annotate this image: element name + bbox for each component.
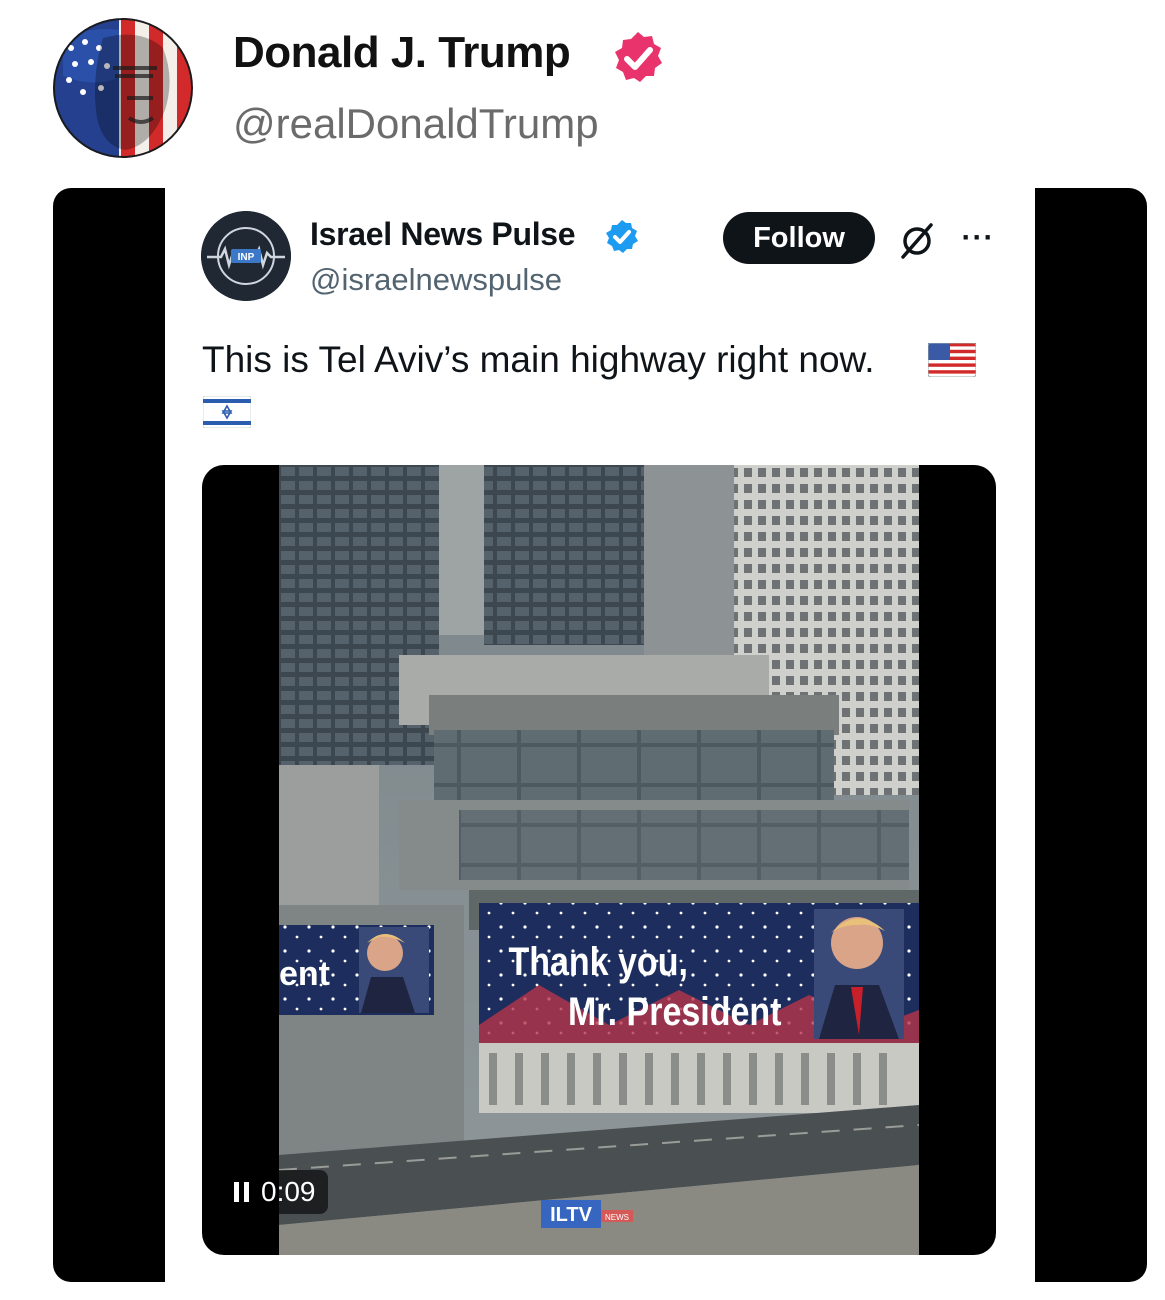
embedded-tweet: INP Israel News Pulse @israelnewspulse F… [165,188,1035,1282]
author-avatar[interactable] [53,18,193,158]
flag-portrait-image [53,18,193,158]
embedded-author-handle[interactable]: @israelnewspulse [310,262,562,298]
iltv-watermark: ILTV [550,1204,593,1226]
grok-icon[interactable] [898,222,936,260]
media-card[interactable]: INP Israel News Pulse @israelnewspulse F… [53,188,1147,1282]
more-options-icon[interactable]: ··· [955,218,1001,258]
flag-us-icon [928,343,976,377]
author-name[interactable]: Donald J. Trump [233,28,571,78]
svg-text:INP: INP [238,252,255,263]
tweet-text: This is Tel Aviv’s main highway right no… [202,339,875,380]
embedded-author-avatar[interactable]: INP [201,211,291,301]
follow-button[interactable]: Follow [723,212,875,264]
billboard-text-line2: Mr. President [568,988,781,1033]
billboard-text-line1: Thank you, [509,938,688,983]
embedded-author-name[interactable]: Israel News Pulse [310,216,576,253]
video-time-badge[interactable]: 0:09 [224,1170,328,1214]
iltv-watermark-sub: NEWS [605,1213,629,1222]
verified-badge-icon [606,220,638,253]
billboard-left-text: ent [279,955,330,993]
video-duration: 0:09 [261,1176,316,1207]
pause-icon[interactable] [234,1182,249,1202]
flag-il-icon [203,396,251,428]
news-pulse-logo-icon: INP [201,211,291,301]
video-player[interactable]: Thank you, Mr. President ent ILTV NEWS 0… [202,465,996,1255]
video-frame: Thank you, Mr. President ent ILTV NEWS [279,465,919,1255]
verified-badge-icon [615,32,662,82]
author-handle[interactable]: @realDonaldTrump [233,100,599,148]
